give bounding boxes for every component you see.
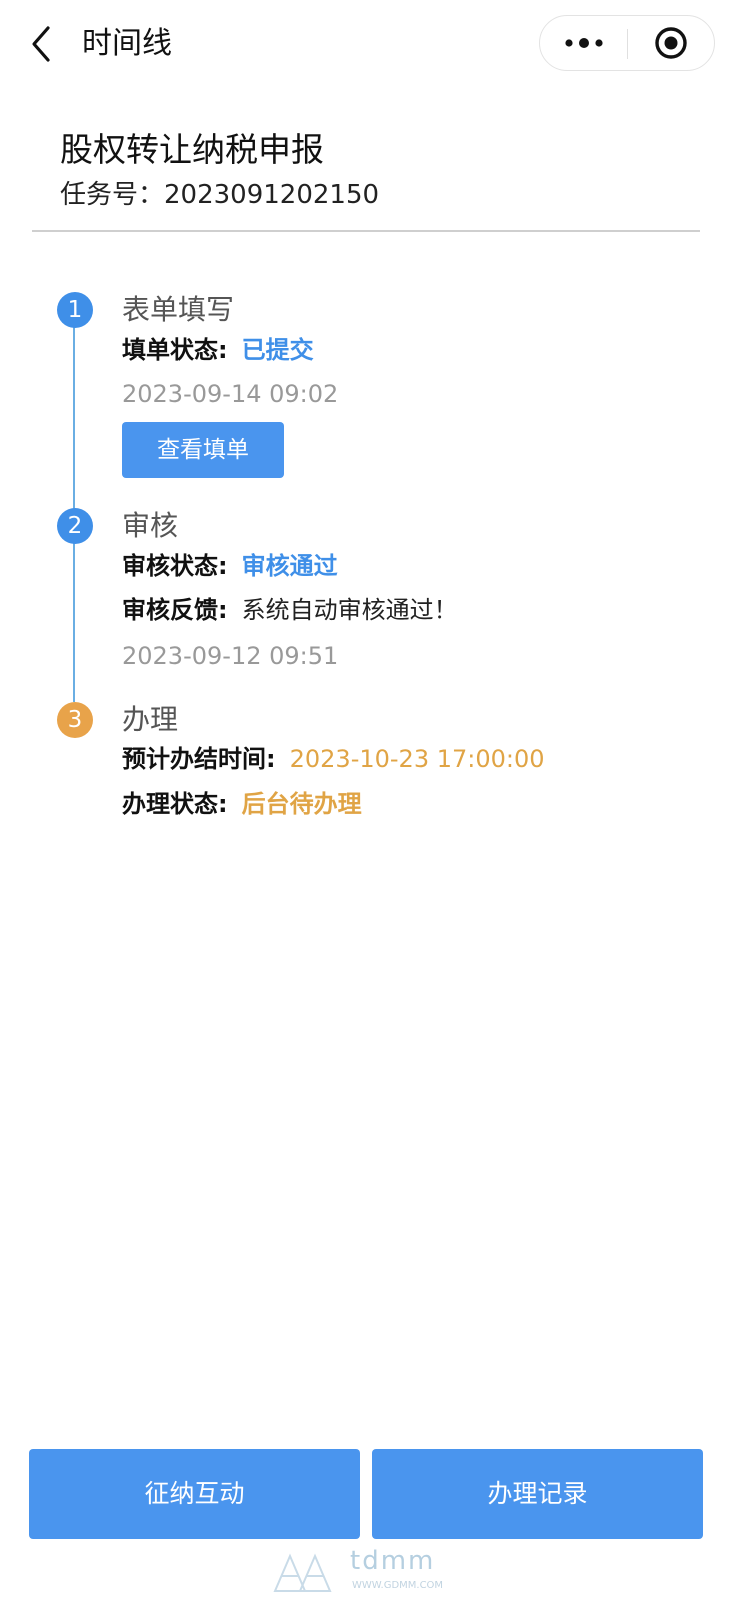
page-title: 时间线 [82,26,172,61]
form-status-row: 填单状态: 已提交 [122,334,314,366]
step-number-badge: 2 [57,508,93,544]
watermark-logo-icon [273,1553,332,1592]
back-button[interactable] [24,22,64,66]
interaction-button[interactable]: 征纳互动 [29,1449,360,1539]
watermark-text: tdmm [350,1546,436,1576]
step-title: 表单填写 [122,293,235,326]
more-button[interactable] [540,16,627,70]
step-title: 审核 [122,509,179,542]
step-number-badge: 1 [57,292,93,328]
timeline-connector [73,326,75,509]
task-title: 股权转让纳税申报 [60,130,324,169]
task-number: 任务号：2023091202150 [60,180,380,210]
step-timestamp: 2023-09-12 09:51 [122,642,339,670]
eta-label: 预计办结时间: [122,745,276,773]
records-button[interactable]: 办理记录 [372,1449,703,1539]
process-status-value: 后台待办理 [241,790,362,818]
top-bar: 时间线 [0,0,746,90]
step-timestamp: 2023-09-14 09:02 [122,380,339,408]
page: 时间线 股权转让纳税申报 任务号：2023091202150 1 表单填写 填单… [0,0,746,1600]
chevron-left-icon [32,26,50,62]
review-status-row: 审核状态: 审核通过 [122,550,338,582]
process-status-row: 办理状态: 后台待办理 [122,788,362,820]
process-status-label: 办理状态: [122,790,228,818]
form-status-value: 已提交 [241,336,314,364]
review-status-value: 审核通过 [241,552,338,580]
mini-program-capsule [539,15,715,71]
watermark: tdmm WWW.GDMM.COM [270,1540,470,1600]
step-number-badge: 3 [57,702,93,738]
view-form-button[interactable]: 查看填单 [122,422,284,478]
divider [32,230,700,232]
eta-value: 2023-10-23 17:00:00 [289,745,545,773]
more-dots-icon [565,38,603,48]
step-title: 办理 [122,703,179,736]
watermark-url: WWW.GDMM.COM [352,1580,444,1591]
target-icon [655,27,687,59]
review-feedback-row: 审核反馈: 系统自动审核通过！ [122,594,458,626]
review-feedback-value: 系统自动审核通过！ [241,596,458,624]
review-feedback-label: 审核反馈: [122,596,228,624]
close-program-button[interactable] [628,16,714,70]
eta-row: 预计办结时间: 2023-10-23 17:00:00 [122,743,545,775]
timeline-connector [73,542,75,702]
form-status-label: 填单状态: [122,336,228,364]
review-status-label: 审核状态: [122,552,228,580]
